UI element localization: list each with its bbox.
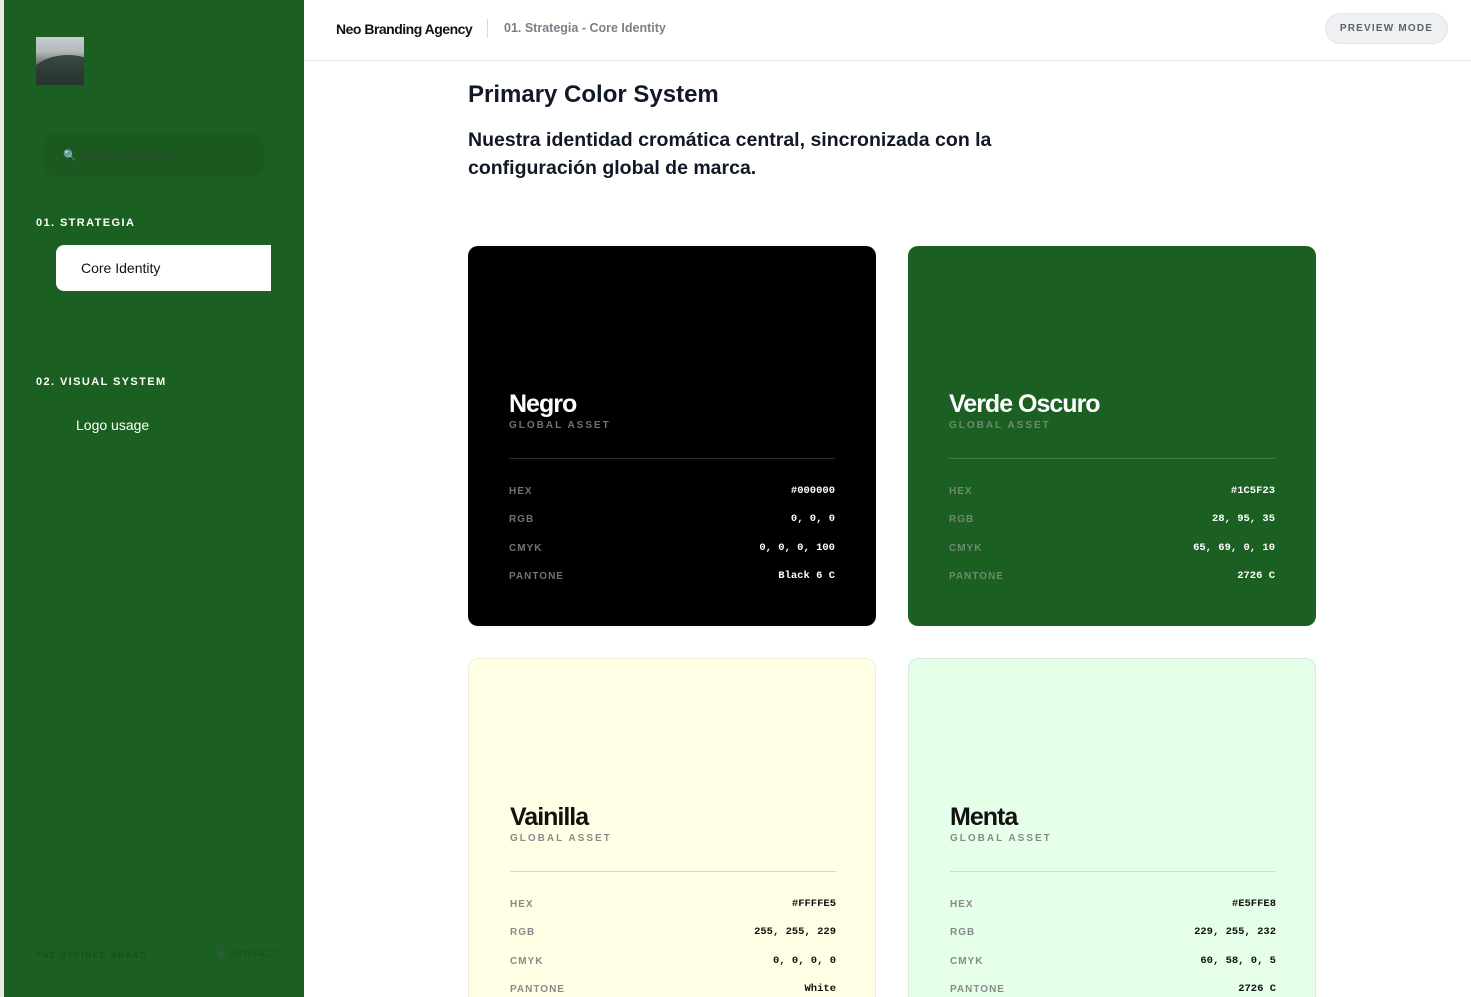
- pantone-row: PANTONE 2726 C: [950, 983, 1276, 995]
- sidebar-item-logo-usage[interactable]: Logo usage: [76, 417, 149, 433]
- preview-mode-button[interactable]: PREVIEW MODE: [1325, 13, 1448, 44]
- sidebar-footer-text: THE DEFINED BRAND: [36, 951, 148, 960]
- rgb-row: RGB 28, 95, 35: [949, 513, 1275, 525]
- cmyk-label: CMYK: [509, 542, 543, 554]
- pantone-label: PANTONE: [510, 983, 565, 995]
- hex-label: HEX: [950, 898, 974, 910]
- section-title-strategia: 01. STRATEGIA: [36, 217, 136, 229]
- color-asset-label: GLOBAL ASSET: [949, 420, 1051, 431]
- color-asset-label: GLOBAL ASSET: [509, 420, 611, 431]
- card-divider: [950, 871, 1276, 872]
- hex-row: HEX #E5FFE8: [950, 898, 1276, 910]
- sidebar-footer-badge: ARTEFACT: [218, 949, 277, 959]
- pantone-row: PANTONE White: [510, 983, 836, 995]
- card-divider: [510, 871, 836, 872]
- color-card-negro: Negro GLOBAL ASSET HEX #000000 RGB 0, 0, 0…: [468, 246, 876, 626]
- pantone-label: PANTONE: [950, 983, 1005, 995]
- cmyk-label: CMYK: [949, 542, 983, 554]
- header-divider: [487, 19, 488, 38]
- card-divider: [509, 458, 835, 459]
- sidebar: 🔍 01. STRATEGIA Core Identity 02. VISUAL…: [0, 0, 304, 997]
- hex-value[interactable]: #FFFFE5: [792, 898, 836, 910]
- cmyk-value[interactable]: 0, 0, 0, 100: [759, 542, 835, 554]
- hex-value[interactable]: #E5FFE8: [1232, 898, 1276, 910]
- color-card-verde-oscuro: Verde Oscuro GLOBAL ASSET HEX #1C5F23 RGB…: [908, 246, 1316, 626]
- hex-value[interactable]: #000000: [791, 485, 835, 497]
- hex-label: HEX: [949, 485, 973, 497]
- color-name: Vainilla: [510, 803, 589, 831]
- page-description: Nuestra identidad cromática central, sin…: [468, 129, 992, 179]
- rgb-label: RGB: [510, 926, 536, 938]
- sidebar-footer-badge-label: ARTEFACT: [230, 949, 277, 959]
- pantone-row: PANTONE 2726 C: [949, 570, 1275, 582]
- hex-label: HEX: [510, 898, 534, 910]
- color-asset-label: GLOBAL ASSET: [510, 833, 612, 844]
- hex-row: HEX #1C5F23: [949, 485, 1275, 497]
- hex-row: HEX #FFFFE5: [510, 898, 836, 910]
- rgb-value[interactable]: 0, 0, 0: [791, 513, 835, 525]
- fingerprint-icon: [218, 949, 225, 959]
- breadcrumb: 01. Strategia - Core Identity: [504, 21, 666, 35]
- pantone-value[interactable]: Black 6 C: [778, 570, 835, 582]
- logo-image[interactable]: [36, 37, 84, 85]
- hex-value[interactable]: #1C5F23: [1231, 485, 1275, 497]
- cmyk-row: CMYK 0, 0, 0, 100: [509, 542, 835, 554]
- cmyk-value[interactable]: 65, 69, 0, 10: [1193, 542, 1275, 554]
- rgb-value[interactable]: 229, 255, 232: [1194, 926, 1276, 938]
- section-title-visual-system: 02. VISUAL SYSTEM: [36, 376, 167, 388]
- cmyk-value[interactable]: 0, 0, 0, 0: [773, 955, 836, 967]
- color-name: Menta: [950, 803, 1018, 831]
- rgb-label: RGB: [950, 926, 976, 938]
- pantone-value[interactable]: 2726 C: [1238, 983, 1276, 995]
- rgb-row: RGB 0, 0, 0: [509, 513, 835, 525]
- rgb-value[interactable]: 28, 95, 35: [1212, 513, 1275, 525]
- pantone-label: PANTONE: [949, 570, 1004, 582]
- rgb-value[interactable]: 255, 255, 229: [754, 926, 836, 938]
- card-divider: [949, 458, 1275, 459]
- rgb-row: RGB 255, 255, 229: [510, 926, 836, 938]
- top-header: Neo Branding Agency 01. Strategia - Core…: [304, 0, 1471, 61]
- hex-label: HEX: [509, 485, 533, 497]
- search-icon: 🔍: [63, 149, 77, 162]
- pantone-row: PANTONE Black 6 C: [509, 570, 835, 582]
- search-box[interactable]: 🔍: [44, 133, 264, 177]
- cmyk-row: CMYK 60, 58, 0, 5: [950, 955, 1276, 967]
- cmyk-row: CMYK 65, 69, 0, 10: [949, 542, 1275, 554]
- page-title: Primary Color System: [468, 81, 719, 108]
- sidebar-item-core-identity[interactable]: Core Identity: [56, 245, 271, 291]
- search-input[interactable]: [84, 148, 254, 162]
- brand-name[interactable]: Neo Branding Agency: [336, 21, 473, 37]
- rgb-label: RGB: [949, 513, 975, 525]
- color-name: Verde Oscuro: [949, 390, 1101, 418]
- cmyk-label: CMYK: [510, 955, 544, 967]
- cmyk-row: CMYK 0, 0, 0, 0: [510, 955, 836, 967]
- sidebar-divider: [44, 331, 264, 332]
- cmyk-label: CMYK: [950, 955, 984, 967]
- color-card-menta: Menta GLOBAL ASSET HEX #E5FFE8 RGB 229, 25…: [908, 658, 1316, 997]
- color-name: Negro: [509, 390, 577, 418]
- color-asset-label: GLOBAL ASSET: [950, 833, 1052, 844]
- hex-row: HEX #000000: [509, 485, 835, 497]
- cmyk-value[interactable]: 60, 58, 0, 5: [1200, 955, 1276, 967]
- pantone-label: PANTONE: [509, 570, 564, 582]
- pantone-value[interactable]: White: [804, 983, 836, 995]
- pantone-value[interactable]: 2726 C: [1237, 570, 1275, 582]
- rgb-row: RGB 229, 255, 232: [950, 926, 1276, 938]
- rgb-label: RGB: [509, 513, 535, 525]
- color-card-vainilla: Vainilla GLOBAL ASSET HEX #FFFFE5 RGB 255,…: [468, 658, 876, 997]
